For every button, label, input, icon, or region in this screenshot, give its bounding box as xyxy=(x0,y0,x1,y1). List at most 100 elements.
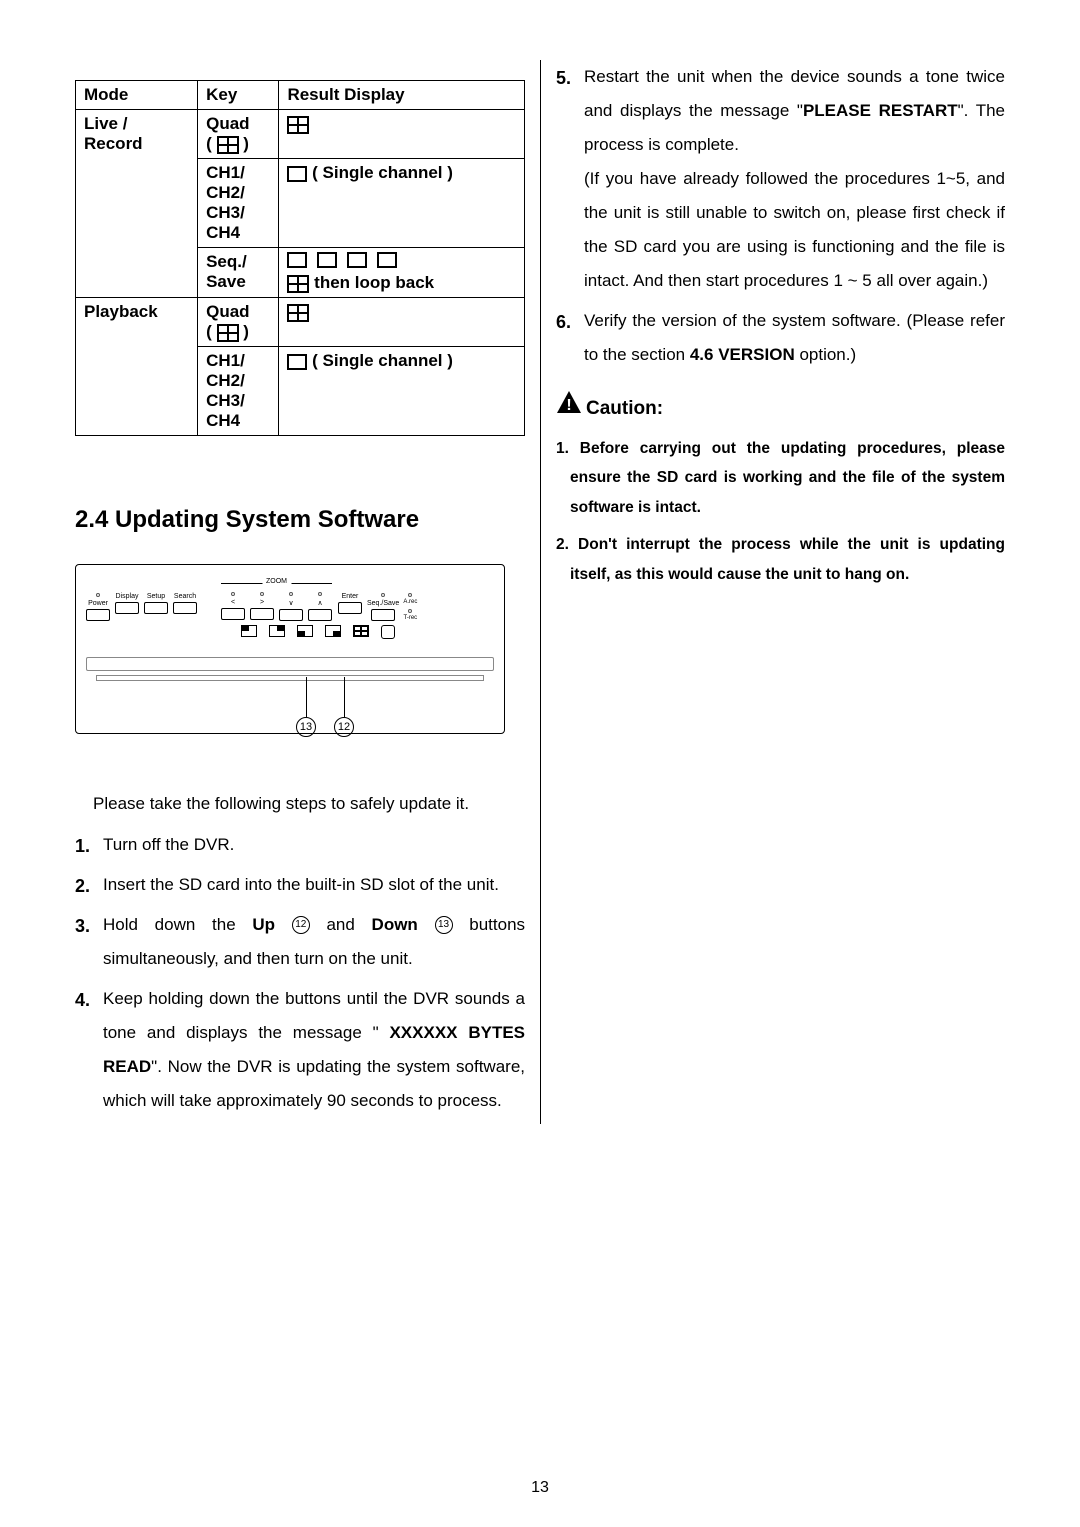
zoom-right-label: > xyxy=(260,599,264,606)
ch1-quadrant-icon xyxy=(241,625,257,637)
step6-bold: 4.6 VERSION xyxy=(690,345,795,364)
th-key: Key xyxy=(198,81,279,110)
up-bold: Up xyxy=(252,915,275,934)
cell-pb-quad-result xyxy=(279,298,525,347)
seqsave-label: Seq./Save xyxy=(367,600,399,607)
callout-12-inline: 12 xyxy=(292,916,310,934)
step-num: 1. xyxy=(75,828,90,864)
cell-pb-quad-key: Quad ( ) xyxy=(198,298,279,347)
quad-grid-icon xyxy=(353,625,369,637)
step-text: Insert the SD card into the built-in SD … xyxy=(103,875,499,894)
disc-tray-icon xyxy=(86,657,494,671)
section-heading: 2.4 Updating System Software xyxy=(75,506,525,534)
arec-led-icon xyxy=(408,593,412,597)
step3-pre: Hold down the xyxy=(103,915,252,934)
quad-grid-icon xyxy=(287,275,309,293)
cell-live-record: Live / Record xyxy=(76,110,198,298)
front-panel-diagram: Power Display Setup Search ZOOM < > ∨ ∧ … xyxy=(75,564,505,734)
cell-playback: Playback xyxy=(76,298,198,436)
enter-label: Enter xyxy=(342,593,359,600)
step-2: 2.Insert the SD card into the built-in S… xyxy=(75,868,525,902)
zoom-up-label: ∧ xyxy=(317,599,322,607)
search-button[interactable] xyxy=(173,602,197,614)
callout-13: 13 xyxy=(296,717,316,737)
zoom-left-label: < xyxy=(231,599,235,606)
led-icon xyxy=(289,592,293,596)
quad-grid-icon xyxy=(217,324,239,342)
quad-grid-icon xyxy=(287,304,309,322)
callout-13-inline: 13 xyxy=(435,916,453,934)
zoom-left-button[interactable] xyxy=(221,608,245,620)
zoom-up-button[interactable] xyxy=(308,609,332,621)
zoom-down-button[interactable] xyxy=(279,609,303,621)
cell-seq-result: then loop back xyxy=(279,248,525,298)
step-6: 6. Verify the version of the system soft… xyxy=(556,304,1005,372)
right-column: 5. Restart the unit when the device soun… xyxy=(540,60,1005,1124)
caution-list: 1. Before carrying out the updating proc… xyxy=(556,434,1005,589)
left-column: Mode Key Result Display Live / Record Qu… xyxy=(75,60,540,1124)
pb-ch1: CH1/ xyxy=(206,351,245,370)
seq-icons-row xyxy=(287,252,397,268)
single-channel-icon xyxy=(377,252,397,268)
caution-1: 1. Before carrying out the updating proc… xyxy=(556,434,1005,522)
power-led-icon xyxy=(96,593,100,597)
quad-grid-icon xyxy=(217,136,239,154)
arec-label: A.rec xyxy=(403,599,417,605)
seq-label: Seq./ xyxy=(206,252,247,271)
single-label: ( Single channel ) xyxy=(312,163,453,182)
seq-save-button[interactable] xyxy=(371,609,395,621)
step-num: 5. xyxy=(556,60,571,96)
zoom-group-label: ZOOM xyxy=(262,578,291,585)
ch3-quadrant-icon xyxy=(297,625,313,637)
led-icon xyxy=(231,592,235,596)
ch4: CH4 xyxy=(206,223,240,242)
single-channel-icon xyxy=(287,252,307,268)
step3-mid: and xyxy=(326,915,371,934)
display-button[interactable] xyxy=(115,602,139,614)
down-bold: Down xyxy=(372,915,418,934)
th-mode: Mode xyxy=(76,81,198,110)
svg-text:!: ! xyxy=(566,397,571,414)
step4-post: ". Now the DVR is updating the system so… xyxy=(103,1057,525,1110)
step-1: 1. Turn off the DVR. xyxy=(75,828,525,862)
ch1: CH1/ xyxy=(206,163,245,182)
steps-left: Please take the following steps to safel… xyxy=(75,794,525,1118)
warning-triangle-icon: ! xyxy=(556,390,582,414)
slot-icon xyxy=(96,675,484,681)
cell-ch-keys: CH1/ CH2/ CH3/ CH4 xyxy=(198,159,279,248)
btn-setup-label: Setup xyxy=(147,593,165,600)
pb-ch2: CH2/ xyxy=(206,371,245,390)
step-3: 3. Hold down the Up 12 and Down 13 butto… xyxy=(75,908,525,976)
led-icon xyxy=(381,593,385,597)
power-button[interactable] xyxy=(86,609,110,621)
step-num: 3. xyxy=(75,908,90,944)
sd-card-icon xyxy=(381,625,395,639)
zoom-right-button[interactable] xyxy=(250,608,274,620)
pb-single-label: ( Single channel ) xyxy=(312,351,453,370)
enter-button[interactable] xyxy=(338,602,362,614)
caution-label: Caution: xyxy=(586,398,663,420)
caution-2: 2. Don't interrupt the process while the… xyxy=(556,530,1005,589)
single-channel-icon xyxy=(287,354,307,370)
single-channel-icon xyxy=(287,166,307,182)
th-result: Result Display xyxy=(279,81,525,110)
ch3: CH3/ xyxy=(206,203,245,222)
step-5: 5. Restart the unit when the device soun… xyxy=(556,60,1005,298)
cell-quad-key: Quad ( ) xyxy=(198,110,279,159)
caution-heading: ! Caution: xyxy=(556,390,1005,420)
paren-close: ) xyxy=(243,134,249,153)
led-icon xyxy=(318,592,322,596)
ch2: CH2/ xyxy=(206,183,245,202)
paren-open: ( xyxy=(206,134,212,153)
intro-text: Please take the following steps to safel… xyxy=(75,794,525,814)
cell-single-result: ( Single channel ) xyxy=(279,159,525,248)
paren-close: ) xyxy=(243,322,249,341)
step5-para2: (If you have already followed the proced… xyxy=(584,169,1005,290)
live-label: Live / xyxy=(84,114,127,133)
page-number: 13 xyxy=(0,1479,1080,1497)
paren-open: ( xyxy=(206,322,212,341)
zoom-down-label: ∨ xyxy=(288,599,293,607)
setup-button[interactable] xyxy=(144,602,168,614)
step-text: Turn off the DVR. xyxy=(103,835,234,854)
pb-quad: Quad xyxy=(206,302,249,321)
